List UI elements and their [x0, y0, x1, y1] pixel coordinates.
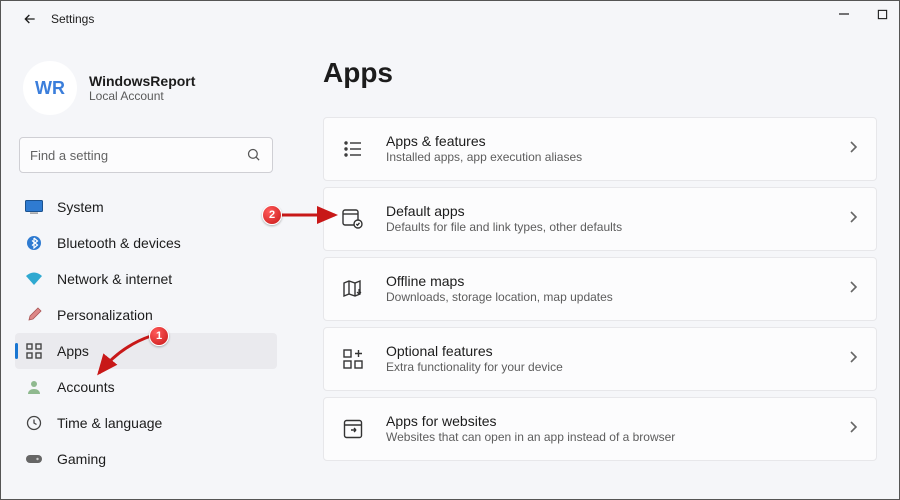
titlebar: Settings — [1, 1, 899, 37]
accounts-icon — [25, 378, 43, 396]
card-desc: Websites that can open in an app instead… — [386, 429, 848, 446]
card-optional-features[interactable]: Optional features Extra functionality fo… — [323, 327, 877, 391]
sidebar-item-accounts[interactable]: Accounts — [15, 369, 277, 405]
card-apps-for-websites[interactable]: Apps for websites Websites that can open… — [323, 397, 877, 461]
user-name: WindowsReport — [89, 73, 195, 89]
bluetooth-icon — [25, 234, 43, 252]
sidebar-item-network[interactable]: Network & internet — [15, 261, 277, 297]
optional-features-icon — [342, 348, 364, 370]
chevron-right-icon — [848, 350, 858, 369]
chevron-right-icon — [848, 420, 858, 439]
main-panel: Apps Apps & features Installed apps, app… — [291, 37, 899, 499]
sidebar-item-label: Network & internet — [57, 271, 172, 287]
apps-icon — [25, 342, 43, 360]
search-input[interactable] — [30, 148, 246, 163]
sidebar-item-label: Personalization — [57, 307, 153, 323]
sidebar-item-personalization[interactable]: Personalization — [15, 297, 277, 333]
card-title: Optional features — [386, 343, 848, 359]
card-default-apps[interactable]: Default apps Defaults for file and link … — [323, 187, 877, 251]
sidebar-item-label: System — [57, 199, 104, 215]
chevron-right-icon — [848, 140, 858, 159]
sidebar-item-system[interactable]: System — [15, 189, 277, 225]
card-apps-features[interactable]: Apps & features Installed apps, app exec… — [323, 117, 877, 181]
apps-websites-icon — [342, 418, 364, 440]
card-title: Apps for websites — [386, 413, 848, 429]
list-icon — [342, 138, 364, 160]
sidebar-item-bluetooth[interactable]: Bluetooth & devices — [15, 225, 277, 261]
user-type: Local Account — [89, 89, 195, 103]
avatar: WR — [23, 61, 77, 115]
user-profile[interactable]: WR WindowsReport Local Account — [15, 37, 277, 135]
sidebar-item-gaming[interactable]: Gaming — [15, 441, 277, 477]
sidebar-item-time-language[interactable]: Time & language — [15, 405, 277, 441]
sidebar-item-label: Apps — [57, 343, 89, 359]
chevron-right-icon — [848, 210, 858, 229]
card-title: Offline maps — [386, 273, 848, 289]
sidebar-item-label: Bluetooth & devices — [57, 235, 181, 251]
gaming-icon — [25, 450, 43, 468]
sidebar-item-label: Gaming — [57, 451, 106, 467]
clock-icon — [25, 414, 43, 432]
chevron-right-icon — [848, 280, 858, 299]
page-title: Apps — [323, 57, 877, 89]
brush-icon — [25, 306, 43, 324]
card-title: Apps & features — [386, 133, 848, 149]
back-icon[interactable] — [21, 10, 39, 28]
annotation-badge-2: 2 — [262, 205, 282, 225]
window-title: Settings — [51, 12, 94, 26]
card-desc: Extra functionality for your device — [386, 359, 848, 376]
sidebar-item-label: Accounts — [57, 379, 115, 395]
card-offline-maps[interactable]: Offline maps Downloads, storage location… — [323, 257, 877, 321]
minimize-icon[interactable] — [837, 7, 851, 21]
card-desc: Installed apps, app execution aliases — [386, 149, 848, 166]
card-title: Default apps — [386, 203, 848, 219]
map-icon — [342, 278, 364, 300]
default-apps-icon — [342, 208, 364, 230]
annotation-badge-1: 1 — [149, 326, 169, 346]
maximize-icon[interactable] — [875, 7, 889, 21]
system-icon — [25, 198, 43, 216]
search-icon — [246, 147, 262, 163]
search-input-wrapper[interactable] — [19, 137, 273, 173]
sidebar-item-apps[interactable]: Apps — [15, 333, 277, 369]
card-desc: Defaults for file and link types, other … — [386, 219, 848, 236]
nav-list: System Bluetooth & devices Network & int… — [15, 189, 277, 477]
card-desc: Downloads, storage location, map updates — [386, 289, 848, 306]
sidebar-item-label: Time & language — [57, 415, 162, 431]
wifi-icon — [25, 270, 43, 288]
sidebar: WR WindowsReport Local Account System Bl… — [1, 37, 291, 499]
